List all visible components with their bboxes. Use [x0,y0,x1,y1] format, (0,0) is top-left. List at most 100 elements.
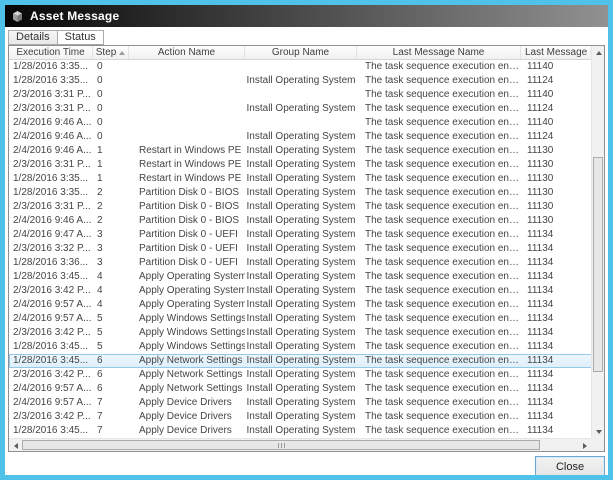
close-button[interactable]: Close [535,456,605,477]
table-cell: 2 [93,214,129,228]
table-cell: The task sequence execution engine st... [357,74,521,88]
table-cell: 1/28/2016 3:35... [9,172,93,186]
table-row[interactable]: 2/3/2016 3:42 P...4Apply Operating Syste… [9,284,604,298]
table-cell: 1/28/2016 3:45... [9,424,93,438]
scrollbar-gripper [281,443,282,448]
table-cell: The task sequence execution engine s... [357,228,521,242]
table-cell: The task sequence execution engine s... [357,326,521,340]
tab-status[interactable]: Status [58,30,104,45]
table-cell: The task sequence execution engine s... [357,424,521,438]
table-cell: Install Operating System [245,396,357,410]
table-cell: 4 [93,284,129,298]
table-cell: 2/3/2016 3:31 P... [9,158,93,172]
horizontal-scrollbar[interactable] [9,438,591,451]
table-row[interactable]: 2/3/2016 3:31 P...1Restart in Windows PE… [9,158,604,172]
column-header-execution-time[interactable]: Execution Time [9,46,93,59]
table-cell: Apply Operating System [129,284,245,298]
table-cell [129,130,245,144]
table-cell: 1/28/2016 3:45... [9,354,93,368]
column-header-last-message-name[interactable]: Last Message Name [357,46,521,59]
table-row[interactable]: 2/4/2016 9:46 A...0The task sequence exe… [9,116,604,130]
table-cell: Install Operating System [245,74,357,88]
table-row[interactable]: 2/3/2016 3:31 P...2Partition Disk 0 - BI… [9,200,604,214]
table-cell: 4 [93,270,129,284]
table-cell: 1/28/2016 3:36... [9,256,93,270]
table-cell: 1/28/2016 3:45... [9,340,93,354]
table-cell: Install Operating System [245,172,357,186]
table-cell: Partition Disk 0 - UEFI [129,242,245,256]
table-cell: Install Operating System [245,298,357,312]
table-cell: Install Operating System [245,130,357,144]
table-cell: 2 [93,186,129,200]
table-cell: 2/4/2016 9:46 A... [9,116,93,130]
vertical-scrollbar[interactable] [591,46,604,438]
tab-details[interactable]: Details [8,30,58,45]
table-cell [129,116,245,130]
content-area: Details Status Execution Time Step Actio… [5,27,608,475]
table-cell: Install Operating System [245,340,357,354]
table-cell: 2/4/2016 9:46 A... [9,130,93,144]
table-cell: 2/3/2016 3:31 P... [9,200,93,214]
table-row[interactable]: 2/4/2016 9:57 A...7Apply Device DriversI… [9,396,604,410]
scroll-left-button[interactable] [9,439,22,452]
left-arrow-icon [14,443,18,449]
table-cell: 1 [93,144,129,158]
scroll-down-button[interactable] [592,425,605,438]
table-cell: The task sequence execution engine st... [357,116,521,130]
table-row[interactable]: 1/28/2016 3:35...1Restart in Windows PEI… [9,172,604,186]
table-cell: Restart in Windows PE [129,172,245,186]
table-cell: 7 [93,410,129,424]
column-header-group-name[interactable]: Group Name [245,46,357,59]
table-cell: Install Operating System [245,158,357,172]
table-cell: Install Operating System [245,186,357,200]
table-cell: The task sequence execution engine s... [357,382,521,396]
table-row[interactable]: 1/28/2016 3:35...2Partition Disk 0 - BIO… [9,186,604,200]
table-row[interactable]: 2/4/2016 9:46 A...0 Install Operating Sys… [9,130,604,144]
table-cell: 7 [93,424,129,438]
titlebar[interactable]: Asset Message [5,5,608,27]
scroll-right-button[interactable] [578,439,591,452]
table-row[interactable]: 2/3/2016 3:31 P...0The task sequence exe… [9,88,604,102]
table-row[interactable]: 2/3/2016 3:42 P...7Apply Device DriversI… [9,410,604,424]
table-cell: 7 [93,396,129,410]
table-cell: 2/3/2016 3:42 P... [9,284,93,298]
table-row[interactable]: 2/3/2016 3:42 P...6Apply Network Setting… [9,368,604,382]
table-cell [129,88,245,102]
table-row[interactable]: 1/28/2016 3:45...5Apply Windows Settings… [9,340,604,354]
table-cell: Install Operating System [245,102,357,116]
table-cell: Install Operating System [245,326,357,340]
table-cell [129,102,245,116]
column-header-step-label: Step [96,46,117,59]
table-cell: Apply Windows Settings [129,312,245,326]
table-row[interactable]: 1/28/2016 3:45...4Apply Operating System… [9,270,604,284]
scroll-up-button[interactable] [592,46,605,59]
table-row[interactable]: 2/4/2016 9:57 A...4Apply Operating Syste… [9,298,604,312]
window-title: Asset Message [30,9,119,23]
table-row[interactable]: 1/28/2016 3:35...0Install Operating Syst… [9,74,604,88]
table-row[interactable]: 2/4/2016 9:57 A...6Apply Network Setting… [9,382,604,396]
table-row[interactable]: 1/28/2016 3:45...7Apply Device DriversIn… [9,424,604,438]
table-row[interactable]: 1/28/2016 3:45...6Apply Network Settings… [9,354,604,368]
table-row[interactable]: 1/28/2016 3:36...3Partition Disk 0 - UEF… [9,256,604,270]
table-cell: The task sequence execution engine s... [357,144,521,158]
table-row[interactable]: 2/3/2016 3:42 P...5Apply Windows Setting… [9,326,604,340]
table-row[interactable]: 2/3/2016 3:32 P...3Partition Disk 0 - UE… [9,242,604,256]
column-header-action-name[interactable]: Action Name [129,46,245,59]
table-cell: 5 [93,312,129,326]
horizontal-scrollbar-thumb[interactable] [22,440,540,450]
table-row[interactable]: 1/28/2016 3:35...0The task sequence exec… [9,60,604,74]
scrollbar-gripper [278,443,279,448]
column-header-step[interactable]: Step [93,46,129,59]
table-cell: 2/3/2016 3:31 P... [9,88,93,102]
table-row[interactable]: 2/4/2016 9:46 A...1Restart in Windows PE… [9,144,604,158]
table-row[interactable]: 2/4/2016 9:46 A...2Partition Disk 0 - BI… [9,214,604,228]
table-row[interactable]: 2/3/2016 3:31 P...0Install Operating Sys… [9,102,604,116]
table-cell: 2/4/2016 9:47 A... [9,228,93,242]
table-cell: 0 [93,130,129,144]
table-row[interactable]: 2/4/2016 9:47 A...3Partition Disk 0 - UE… [9,228,604,242]
table-cell: The task sequence execution engine s... [357,172,521,186]
vertical-scrollbar-thumb[interactable] [593,157,603,372]
table-cell [245,116,357,130]
status-grid: Execution Time Step Action Name Group Na… [8,45,605,452]
table-row[interactable]: 2/4/2016 9:57 A...5Apply Windows Setting… [9,312,604,326]
